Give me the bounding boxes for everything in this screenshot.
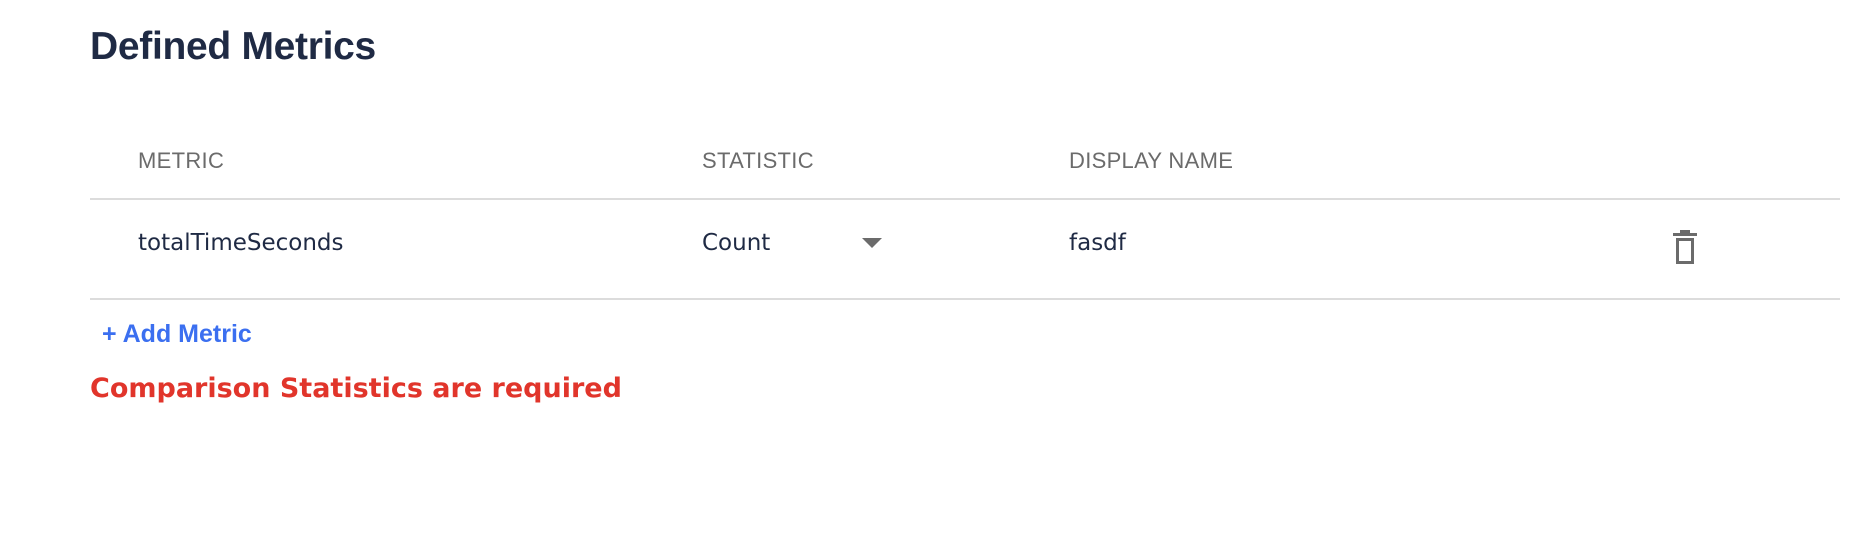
table-header: METRIC STATISTIC DISPLAY NAME: [90, 138, 1840, 200]
section-title: Defined Metrics: [90, 25, 376, 68]
statistic-selected-value: Count: [702, 230, 771, 256]
add-metric-link[interactable]: + Add Metric: [102, 320, 252, 349]
caret-down-icon: [862, 238, 882, 248]
trash-icon: [1673, 230, 1697, 264]
validation-error: Comparison Statistics are required: [90, 373, 622, 404]
column-header-metric: METRIC: [138, 148, 225, 173]
table-row: totalTimeSeconds Count fasdf: [90, 200, 1840, 300]
statistic-select[interactable]: Count: [702, 222, 892, 264]
column-header-statistic: STATISTIC: [702, 148, 814, 173]
metric-cell: totalTimeSeconds: [138, 230, 344, 256]
display-name-cell: fasdf: [1069, 230, 1126, 256]
metrics-table: METRIC STATISTIC DISPLAY NAME totalTimeS…: [90, 138, 1840, 300]
delete-metric-button[interactable]: [1670, 230, 1700, 266]
column-header-display-name: DISPLAY NAME: [1069, 148, 1234, 173]
